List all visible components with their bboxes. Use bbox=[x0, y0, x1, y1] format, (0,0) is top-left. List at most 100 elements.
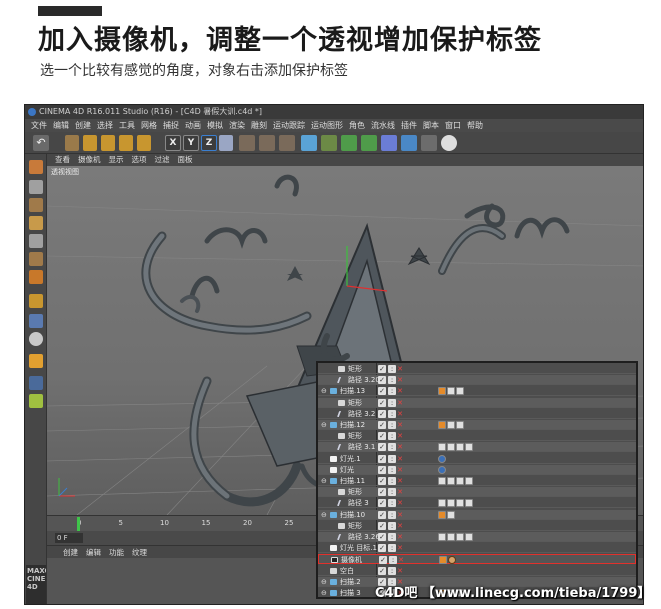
menu-item-11[interactable]: 运动跟踪 bbox=[273, 121, 305, 130]
array-icon[interactable] bbox=[361, 135, 377, 151]
menu-item-4[interactable]: 工具 bbox=[119, 121, 135, 130]
model-mode-icon[interactable] bbox=[29, 180, 43, 194]
object-row[interactable]: 矩形 ✓: ✕ bbox=[318, 487, 636, 498]
expand-toggle-icon[interactable]: ⊖ bbox=[321, 578, 329, 586]
layer-flag-icon[interactable]: ✓ bbox=[378, 432, 386, 441]
layer-flag-icon[interactable]: ✓ bbox=[378, 454, 386, 463]
visibility-dots-icon[interactable]: : bbox=[388, 488, 396, 497]
view-menu-item-0[interactable]: 查看 bbox=[55, 155, 70, 164]
deactivated-x-icon[interactable]: ✕ bbox=[396, 488, 404, 496]
visibility-dots-icon[interactable]: : bbox=[389, 556, 397, 565]
layer-flag-icon[interactable]: ✓ bbox=[378, 398, 386, 407]
material-tag-icon[interactable] bbox=[456, 499, 464, 508]
world-coord-icon[interactable] bbox=[219, 135, 233, 151]
menu-item-1[interactable]: 编辑 bbox=[53, 121, 69, 130]
deactivated-x-icon[interactable]: ✕ bbox=[396, 432, 404, 440]
menu-item-3[interactable]: 选择 bbox=[97, 121, 113, 130]
magnet-icon[interactable] bbox=[29, 394, 43, 408]
object-row[interactable]: ⊖ 扫描.13 ✓: ✕ bbox=[318, 386, 636, 397]
deactivated-x-icon[interactable]: ✕ bbox=[396, 421, 404, 429]
view-menu-item-5[interactable]: 面板 bbox=[178, 155, 193, 164]
layer-flag-icon[interactable]: ✓ bbox=[378, 488, 386, 497]
visibility-dots-icon[interactable]: : bbox=[388, 432, 396, 441]
menu-item-6[interactable]: 捕捉 bbox=[163, 121, 179, 130]
material-tag-icon[interactable] bbox=[456, 477, 464, 485]
light-tag-icon[interactable] bbox=[438, 465, 446, 474]
deactivated-x-icon[interactable]: ✕ bbox=[396, 477, 404, 485]
menu-item-15[interactable]: 插件 bbox=[401, 121, 417, 130]
material-tag-icon[interactable] bbox=[447, 499, 455, 508]
material-tag-icon[interactable] bbox=[465, 443, 473, 452]
layer-flag-icon[interactable]: ✓ bbox=[378, 365, 386, 373]
material-tag-icon[interactable] bbox=[438, 499, 446, 508]
current-frame-field[interactable]: 0 F bbox=[55, 533, 83, 543]
object-row[interactable]: 矩形 ✓: ✕ bbox=[318, 364, 636, 374]
layer-flag-icon[interactable]: ✓ bbox=[378, 376, 386, 385]
layer-flag-icon[interactable]: ✓ bbox=[378, 465, 386, 474]
menu-item-0[interactable]: 文件 bbox=[31, 121, 47, 130]
visibility-dots-icon[interactable]: : bbox=[388, 365, 396, 373]
deactivated-x-icon[interactable]: ✕ bbox=[396, 365, 404, 373]
layer-flag-icon[interactable]: ✓ bbox=[378, 421, 386, 429]
floor-icon[interactable] bbox=[401, 135, 417, 151]
workplane-icon[interactable] bbox=[29, 216, 43, 230]
texture-mode-icon[interactable] bbox=[29, 198, 43, 212]
visibility-dots-icon[interactable]: : bbox=[388, 510, 396, 519]
view-menu-item-2[interactable]: 显示 bbox=[109, 155, 124, 164]
visibility-dots-icon[interactable]: : bbox=[388, 421, 396, 429]
protection-tag-icon[interactable] bbox=[448, 556, 456, 565]
menu-item-10[interactable]: 雕刻 bbox=[251, 121, 267, 130]
material-tag-icon[interactable] bbox=[456, 443, 464, 452]
layer-flag-icon[interactable]: ✓ bbox=[378, 566, 386, 575]
phong-tag-icon[interactable] bbox=[438, 387, 446, 396]
menu-item-5[interactable]: 网格 bbox=[141, 121, 157, 130]
visibility-dots-icon[interactable]: : bbox=[388, 544, 396, 553]
make-editable-icon[interactable] bbox=[29, 160, 43, 174]
material-tag-icon[interactable] bbox=[438, 533, 446, 541]
z-axis-toggle[interactable]: Z bbox=[201, 135, 217, 151]
timeline-playhead[interactable] bbox=[77, 517, 80, 531]
object-row[interactable]: ⊖ 扫描.10 ✓: ✕ bbox=[318, 509, 636, 520]
y-axis-toggle[interactable]: Y bbox=[183, 135, 199, 151]
cube-icon[interactable] bbox=[301, 135, 317, 151]
deactivated-x-icon[interactable]: ✕ bbox=[396, 443, 404, 451]
visibility-dots-icon[interactable]: : bbox=[388, 533, 396, 541]
phong-tag-icon[interactable] bbox=[438, 510, 446, 519]
phong-tag-icon[interactable] bbox=[439, 556, 447, 565]
material-tag-icon[interactable] bbox=[447, 387, 455, 396]
object-row[interactable]: 空白 ✓: ✕ bbox=[318, 566, 636, 576]
object-row-camera-highlighted[interactable]: 摄像机 ✓: ✕ bbox=[318, 554, 636, 565]
expand-toggle-icon[interactable]: ⊖ bbox=[321, 511, 329, 519]
visibility-dots-icon[interactable]: : bbox=[388, 387, 396, 396]
points-mode-icon[interactable] bbox=[29, 234, 43, 248]
menu-item-7[interactable]: 动画 bbox=[185, 121, 201, 130]
deactivated-x-icon[interactable]: ✕ bbox=[396, 387, 404, 395]
material-menu-item-1[interactable]: 编辑 bbox=[86, 548, 101, 557]
light-tag-icon[interactable] bbox=[438, 454, 446, 463]
material-tag-icon[interactable] bbox=[456, 387, 464, 396]
nurbs-icon[interactable] bbox=[341, 135, 357, 151]
deactivated-x-icon[interactable]: ✕ bbox=[396, 511, 404, 519]
edges-mode-icon[interactable] bbox=[29, 252, 43, 266]
object-row[interactable]: 矩形 ✓: ✕ bbox=[318, 431, 636, 442]
object-row[interactable]: 路径 3 ✓: ✕ bbox=[318, 498, 636, 509]
grid-icon[interactable] bbox=[29, 376, 43, 390]
material-tag-icon[interactable] bbox=[465, 533, 473, 541]
x-axis-toggle[interactable]: X bbox=[165, 135, 181, 151]
lock-workplane-icon[interactable] bbox=[29, 354, 43, 368]
visibility-dots-icon[interactable]: : bbox=[388, 398, 396, 407]
visibility-dots-icon[interactable]: : bbox=[388, 477, 396, 485]
axis-mode-icon[interactable] bbox=[29, 294, 43, 308]
material-tag-icon[interactable] bbox=[456, 421, 464, 429]
camera-tool-icon[interactable] bbox=[421, 135, 437, 151]
phong-tag-icon[interactable] bbox=[438, 421, 446, 429]
material-tag-icon[interactable] bbox=[447, 533, 455, 541]
deactivated-x-icon[interactable]: ✕ bbox=[396, 533, 404, 541]
select-arrow-icon[interactable] bbox=[65, 135, 79, 151]
material-menu-item-2[interactable]: 功能 bbox=[109, 548, 124, 557]
object-row[interactable]: 路径 3.26 ✓: ✕ bbox=[318, 532, 636, 542]
polygons-mode-icon[interactable] bbox=[29, 270, 43, 284]
layer-flag-icon[interactable]: ✓ bbox=[378, 443, 386, 452]
render-picture-viewer-icon[interactable] bbox=[259, 135, 275, 151]
material-menu-item-0[interactable]: 创建 bbox=[63, 548, 78, 557]
